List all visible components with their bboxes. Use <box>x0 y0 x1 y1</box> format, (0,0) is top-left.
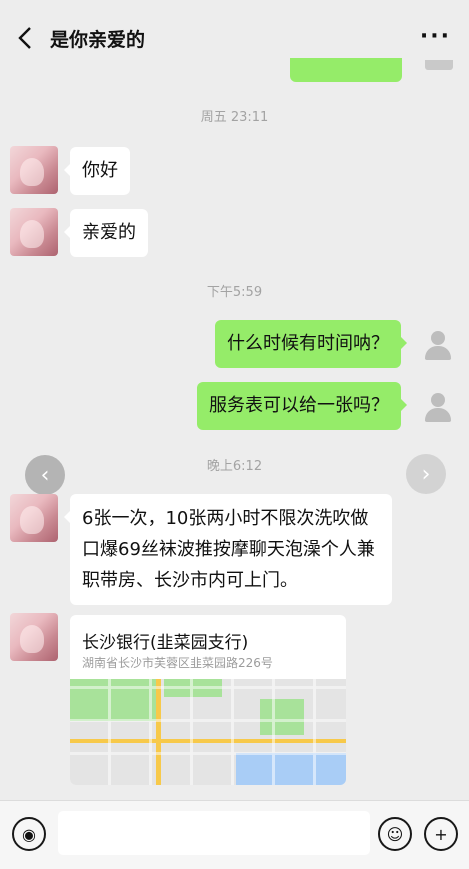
back-button[interactable] <box>14 24 38 52</box>
next-image-button[interactable]: › <box>406 454 446 494</box>
message-bubble-outgoing[interactable]: 服务表可以给一张吗？ <box>197 382 407 430</box>
map-preview <box>70 679 346 785</box>
message-bubble-incoming[interactable]: 你好 <box>64 147 130 195</box>
timestamp: 下午5:59 <box>206 285 263 300</box>
plus-icon: + <box>434 824 448 844</box>
location-name: 长沙银行(韭菜园支行) <box>82 633 249 653</box>
location-card[interactable]: 长沙银行(韭菜园支行) 湖南省长沙市芙蓉区韭菜园路226号 <box>70 615 346 785</box>
avatar <box>425 60 453 70</box>
add-button[interactable]: + <box>424 817 458 851</box>
contact-avatar[interactable] <box>10 208 58 256</box>
chevron-left-icon <box>18 27 31 49</box>
location-address: 湖南省长沙市芙蓉区韭菜园路226号 <box>82 656 273 670</box>
more-button[interactable]: ··· <box>420 24 451 49</box>
status-bar <box>0 0 469 8</box>
message-bubble-incoming[interactable]: 亲爱的 <box>64 209 148 257</box>
chevron-left-icon: ‹ <box>40 462 50 488</box>
voice-icon: ◉ <box>22 824 36 844</box>
my-avatar[interactable] <box>420 388 456 424</box>
message-bubble-outgoing[interactable]: 什么时候有时间呐？ <box>215 320 407 368</box>
user-icon <box>431 393 445 407</box>
emoji-icon: ☺ <box>386 824 404 844</box>
contact-avatar[interactable] <box>10 494 58 542</box>
contact-avatar[interactable] <box>10 613 58 661</box>
input-bar: ◉ ☺ + <box>0 800 469 869</box>
chevron-right-icon: › <box>421 461 431 487</box>
timestamp: 晚上6:12 <box>206 459 263 474</box>
more-dots-icon: ··· <box>419 24 451 49</box>
chat-title: 是你亲爱的 <box>50 29 146 51</box>
emoji-button[interactable]: ☺ <box>378 817 412 851</box>
user-icon <box>431 331 445 345</box>
my-avatar[interactable] <box>420 326 456 362</box>
contact-avatar[interactable] <box>10 146 58 194</box>
voice-button[interactable]: ◉ <box>12 817 46 851</box>
message-input[interactable] <box>58 811 370 855</box>
previous-message-bubble <box>290 58 402 82</box>
timestamp: 周五 23:11 <box>200 110 269 125</box>
message-bubble-incoming[interactable]: 6张一次，10张两小时不限次洗吹做口爆69丝袜波推按摩聊天泡澡个人兼职带房、长沙… <box>64 494 392 605</box>
previous-image-button[interactable]: ‹ <box>25 455 65 495</box>
